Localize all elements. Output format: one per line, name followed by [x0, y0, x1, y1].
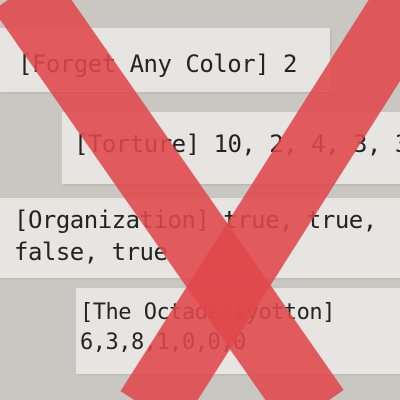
clue-text: [Torture] 10, 2, 4, 3, 3 — [74, 130, 400, 158]
clue-text-line2: 6,3,8,1,0,0,0 — [80, 330, 246, 355]
clue-text-line1: [The Octadecayotton] — [80, 300, 335, 325]
clue-slip-torture: [Torture] 10, 2, 4, 3, 3 — [62, 112, 400, 184]
clue-slip-octadecayotton: [The Octadecayotton] 6,3,8,1,0,0,0 — [76, 288, 400, 374]
clue-slip-forget-any-color: [Forget Any Color] 2 — [0, 28, 330, 92]
clue-slip-organization: [Organization] true, true, false, true — [0, 198, 400, 278]
clue-text: [Forget Any Color] 2 — [18, 50, 297, 78]
clue-text-line1: [Organization] true, true, — [14, 206, 377, 234]
clue-text-line2: false, true — [14, 238, 168, 266]
clue-board: [Forget Any Color] 2 [Torture] 10, 2, 4,… — [0, 0, 400, 400]
